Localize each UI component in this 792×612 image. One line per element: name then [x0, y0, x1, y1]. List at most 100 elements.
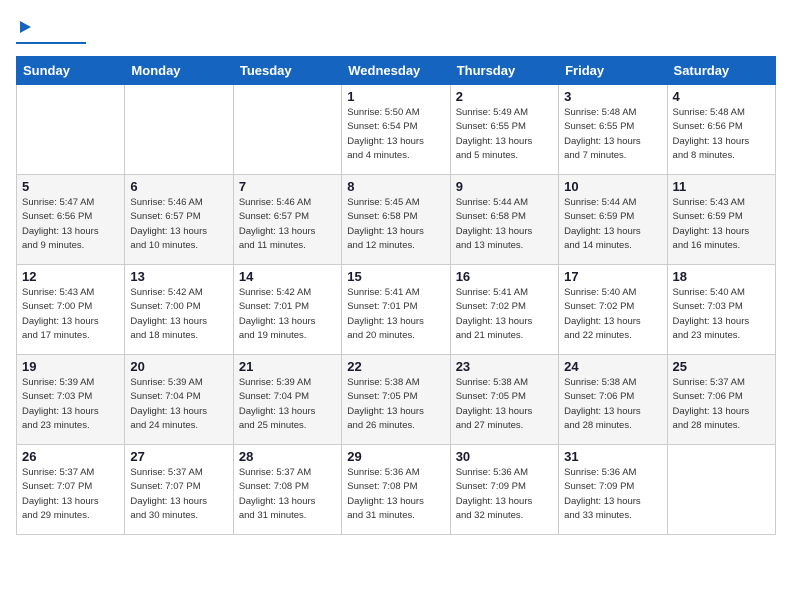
day-info: Sunrise: 5:38 AM Sunset: 7:06 PM Dayligh…: [564, 376, 661, 433]
col-header-wednesday: Wednesday: [342, 57, 450, 85]
day-cell-8: 8 Sunrise: 5:45 AM Sunset: 6:58 PM Daylig…: [342, 175, 450, 265]
day-number: 20: [130, 359, 227, 374]
day-cell-2: 2 Sunrise: 5:49 AM Sunset: 6:55 PM Daylig…: [450, 85, 558, 175]
day-number: 22: [347, 359, 444, 374]
day-cell-13: 13 Sunrise: 5:42 AM Sunset: 7:00 PM Dayli…: [125, 265, 233, 355]
week-row-4: 19 Sunrise: 5:39 AM Sunset: 7:03 PM Dayli…: [17, 355, 776, 445]
day-info: Sunrise: 5:39 AM Sunset: 7:03 PM Dayligh…: [22, 376, 119, 433]
day-info: Sunrise: 5:48 AM Sunset: 6:56 PM Dayligh…: [673, 106, 770, 163]
day-info: Sunrise: 5:37 AM Sunset: 7:07 PM Dayligh…: [22, 466, 119, 523]
day-number: 18: [673, 269, 770, 284]
day-info: Sunrise: 5:42 AM Sunset: 7:01 PM Dayligh…: [239, 286, 336, 343]
day-cell-9: 9 Sunrise: 5:44 AM Sunset: 6:58 PM Daylig…: [450, 175, 558, 265]
day-info: Sunrise: 5:47 AM Sunset: 6:56 PM Dayligh…: [22, 196, 119, 253]
day-cell-6: 6 Sunrise: 5:46 AM Sunset: 6:57 PM Daylig…: [125, 175, 233, 265]
day-cell-23: 23 Sunrise: 5:38 AM Sunset: 7:05 PM Dayli…: [450, 355, 558, 445]
day-cell-30: 30 Sunrise: 5:36 AM Sunset: 7:09 PM Dayli…: [450, 445, 558, 535]
day-number: 10: [564, 179, 661, 194]
col-header-monday: Monday: [125, 57, 233, 85]
day-number: 3: [564, 89, 661, 104]
day-cell-18: 18 Sunrise: 5:40 AM Sunset: 7:03 PM Dayli…: [667, 265, 775, 355]
day-cell-4: 4 Sunrise: 5:48 AM Sunset: 6:56 PM Daylig…: [667, 85, 775, 175]
day-cell-29: 29Sunrise: 5:36 AM Sunset: 7:08 PM Dayli…: [342, 445, 450, 535]
day-number: 2: [456, 89, 553, 104]
day-number: 6: [130, 179, 227, 194]
col-header-friday: Friday: [559, 57, 667, 85]
day-number: 16: [456, 269, 553, 284]
week-row-5: 26Sunrise: 5:37 AM Sunset: 7:07 PM Dayli…: [17, 445, 776, 535]
day-number: 23: [456, 359, 553, 374]
week-row-2: 5 Sunrise: 5:47 AM Sunset: 6:56 PM Daylig…: [17, 175, 776, 265]
day-info: Sunrise: 5:49 AM Sunset: 6:55 PM Dayligh…: [456, 106, 553, 163]
day-info: Sunrise: 5:48 AM Sunset: 6:55 PM Dayligh…: [564, 106, 661, 163]
col-header-tuesday: Tuesday: [233, 57, 341, 85]
day-cell-19: 19 Sunrise: 5:39 AM Sunset: 7:03 PM Dayli…: [17, 355, 125, 445]
day-info: Sunrise: 5:44 AM Sunset: 6:58 PM Dayligh…: [456, 196, 553, 253]
day-cell-22: 22Sunrise: 5:38 AM Sunset: 7:05 PM Dayli…: [342, 355, 450, 445]
day-number: 8: [347, 179, 444, 194]
day-info: Sunrise: 5:36 AM Sunset: 7:09 PM Dayligh…: [456, 466, 553, 523]
day-number: 19: [22, 359, 119, 374]
day-cell-28: 28 Sunrise: 5:37 AM Sunset: 7:08 PM Dayli…: [233, 445, 341, 535]
calendar-table: SundayMondayTuesdayWednesdayThursdayFrid…: [16, 56, 776, 535]
day-number: 4: [673, 89, 770, 104]
day-cell-1: 1 Sunrise: 5:50 AM Sunset: 6:54 PM Daylig…: [342, 85, 450, 175]
day-info: Sunrise: 5:43 AM Sunset: 7:00 PM Dayligh…: [22, 286, 119, 343]
page-header: [16, 16, 776, 44]
day-cell-20: 20 Sunrise: 5:39 AM Sunset: 7:04 PM Dayli…: [125, 355, 233, 445]
day-number: 24: [564, 359, 661, 374]
day-number: 7: [239, 179, 336, 194]
day-number: 9: [456, 179, 553, 194]
day-number: 11: [673, 179, 770, 194]
day-number: 27: [130, 449, 227, 464]
day-cell-15: 15 Sunrise: 5:41 AM Sunset: 7:01 PM Dayli…: [342, 265, 450, 355]
day-number: 31: [564, 449, 661, 464]
day-cell-16: 16 Sunrise: 5:41 AM Sunset: 7:02 PM Dayli…: [450, 265, 558, 355]
day-number: 30: [456, 449, 553, 464]
col-header-saturday: Saturday: [667, 57, 775, 85]
day-cell-11: 11 Sunrise: 5:43 AM Sunset: 6:59 PM Dayli…: [667, 175, 775, 265]
day-cell-21: 21Sunrise: 5:39 AM Sunset: 7:04 PM Dayli…: [233, 355, 341, 445]
day-number: 29: [347, 449, 444, 464]
day-cell-5: 5 Sunrise: 5:47 AM Sunset: 6:56 PM Daylig…: [17, 175, 125, 265]
day-number: 12: [22, 269, 119, 284]
day-number: 1: [347, 89, 444, 104]
day-cell-10: 10 Sunrise: 5:44 AM Sunset: 6:59 PM Dayli…: [559, 175, 667, 265]
day-info: Sunrise: 5:37 AM Sunset: 7:06 PM Dayligh…: [673, 376, 770, 433]
day-cell-27: 27 Sunrise: 5:37 AM Sunset: 7:07 PM Dayli…: [125, 445, 233, 535]
day-info: Sunrise: 5:46 AM Sunset: 6:57 PM Dayligh…: [130, 196, 227, 253]
day-info: Sunrise: 5:36 AM Sunset: 7:09 PM Dayligh…: [564, 466, 661, 523]
empty-cell: [667, 445, 775, 535]
week-row-1: 1 Sunrise: 5:50 AM Sunset: 6:54 PM Daylig…: [17, 85, 776, 175]
day-info: Sunrise: 5:50 AM Sunset: 6:54 PM Dayligh…: [347, 106, 444, 163]
day-info: Sunrise: 5:39 AM Sunset: 7:04 PM Dayligh…: [130, 376, 227, 433]
day-number: 13: [130, 269, 227, 284]
day-info: Sunrise: 5:45 AM Sunset: 6:58 PM Dayligh…: [347, 196, 444, 253]
col-header-thursday: Thursday: [450, 57, 558, 85]
day-info: Sunrise: 5:40 AM Sunset: 7:02 PM Dayligh…: [564, 286, 661, 343]
day-number: 28: [239, 449, 336, 464]
day-info: Sunrise: 5:37 AM Sunset: 7:07 PM Dayligh…: [130, 466, 227, 523]
day-cell-31: 31 Sunrise: 5:36 AM Sunset: 7:09 PM Dayli…: [559, 445, 667, 535]
day-info: Sunrise: 5:41 AM Sunset: 7:01 PM Dayligh…: [347, 286, 444, 343]
day-info: Sunrise: 5:43 AM Sunset: 6:59 PM Dayligh…: [673, 196, 770, 253]
day-cell-24: 24 Sunrise: 5:38 AM Sunset: 7:06 PM Dayli…: [559, 355, 667, 445]
day-number: 5: [22, 179, 119, 194]
day-info: Sunrise: 5:38 AM Sunset: 7:05 PM Dayligh…: [456, 376, 553, 433]
logo: [16, 16, 86, 44]
day-info: Sunrise: 5:44 AM Sunset: 6:59 PM Dayligh…: [564, 196, 661, 253]
empty-cell: [17, 85, 125, 175]
day-info: Sunrise: 5:42 AM Sunset: 7:00 PM Dayligh…: [130, 286, 227, 343]
day-cell-12: 12 Sunrise: 5:43 AM Sunset: 7:00 PM Dayli…: [17, 265, 125, 355]
week-row-3: 12 Sunrise: 5:43 AM Sunset: 7:00 PM Dayli…: [17, 265, 776, 355]
day-info: Sunrise: 5:46 AM Sunset: 6:57 PM Dayligh…: [239, 196, 336, 253]
day-cell-26: 26Sunrise: 5:37 AM Sunset: 7:07 PM Dayli…: [17, 445, 125, 535]
empty-cell: [233, 85, 341, 175]
day-cell-7: 7 Sunrise: 5:46 AM Sunset: 6:57 PM Daylig…: [233, 175, 341, 265]
day-number: 15: [347, 269, 444, 284]
day-info: Sunrise: 5:41 AM Sunset: 7:02 PM Dayligh…: [456, 286, 553, 343]
day-info: Sunrise: 5:40 AM Sunset: 7:03 PM Dayligh…: [673, 286, 770, 343]
day-cell-17: 17Sunrise: 5:40 AM Sunset: 7:02 PM Dayli…: [559, 265, 667, 355]
logo-line: [16, 42, 86, 44]
day-info: Sunrise: 5:37 AM Sunset: 7:08 PM Dayligh…: [239, 466, 336, 523]
